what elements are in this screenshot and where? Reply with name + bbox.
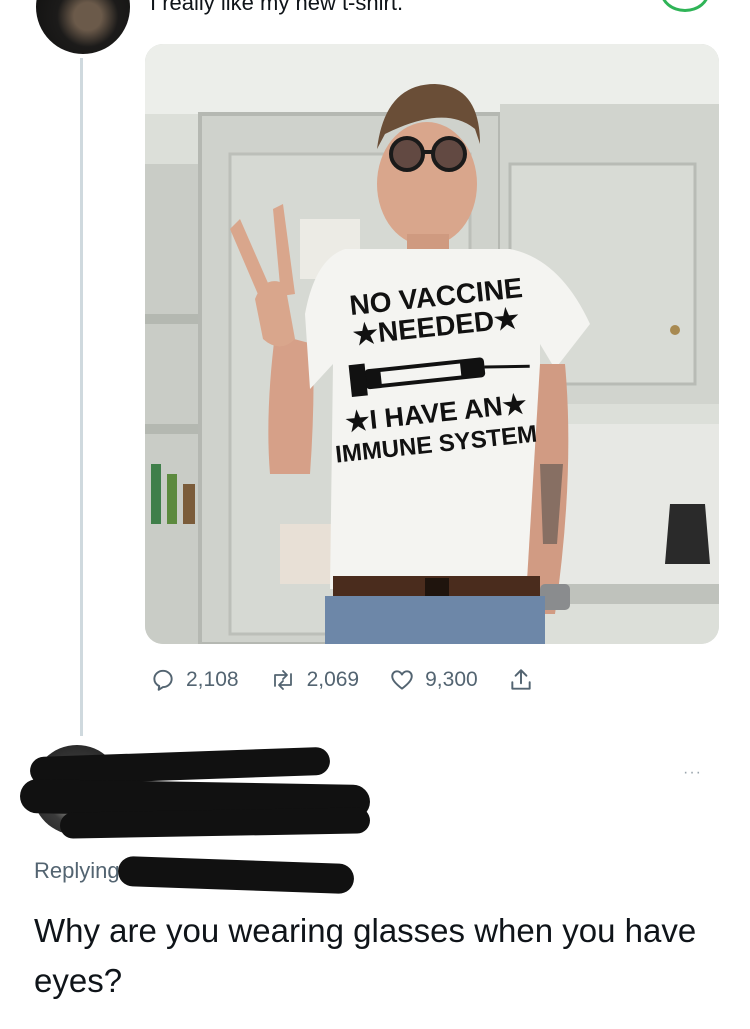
heart-icon	[391, 670, 413, 690]
redaction-mark	[117, 855, 355, 895]
retweet-icon	[273, 670, 292, 690]
retweet-count: 2,069	[306, 668, 360, 691]
status-ring-icon	[660, 0, 710, 12]
like-count: 9,300	[425, 668, 478, 691]
reply-tweet-text: Why are you wearing glasses when you hav…	[34, 912, 697, 999]
photo-illustration: NO VACCINE ★NEEDED★ ★I HAVE AN★ IMMUNE S…	[145, 44, 719, 644]
share-icon	[511, 669, 531, 690]
reply-count: 2,108	[186, 668, 239, 691]
author-avatar[interactable]	[36, 0, 130, 54]
tweet-text: I really like my new t-shirt.	[150, 0, 404, 15]
redaction-mark	[59, 807, 371, 839]
like-button[interactable]: 9,300	[389, 667, 478, 693]
thread-connector	[80, 58, 83, 736]
retweet-button[interactable]: 2,069	[269, 667, 360, 693]
tweet-photo[interactable]: NO VACCINE ★NEEDED★ ★I HAVE AN★ IMMUNE S…	[145, 44, 719, 644]
more-options-icon[interactable]: ···	[683, 764, 702, 782]
comment-icon	[153, 669, 173, 691]
replying-to-label: Replying	[34, 858, 120, 883]
share-button[interactable]	[508, 667, 544, 693]
tweet-action-bar: 2,108 2,069 9,300	[150, 662, 574, 698]
reply-button[interactable]: 2,108	[150, 667, 239, 693]
